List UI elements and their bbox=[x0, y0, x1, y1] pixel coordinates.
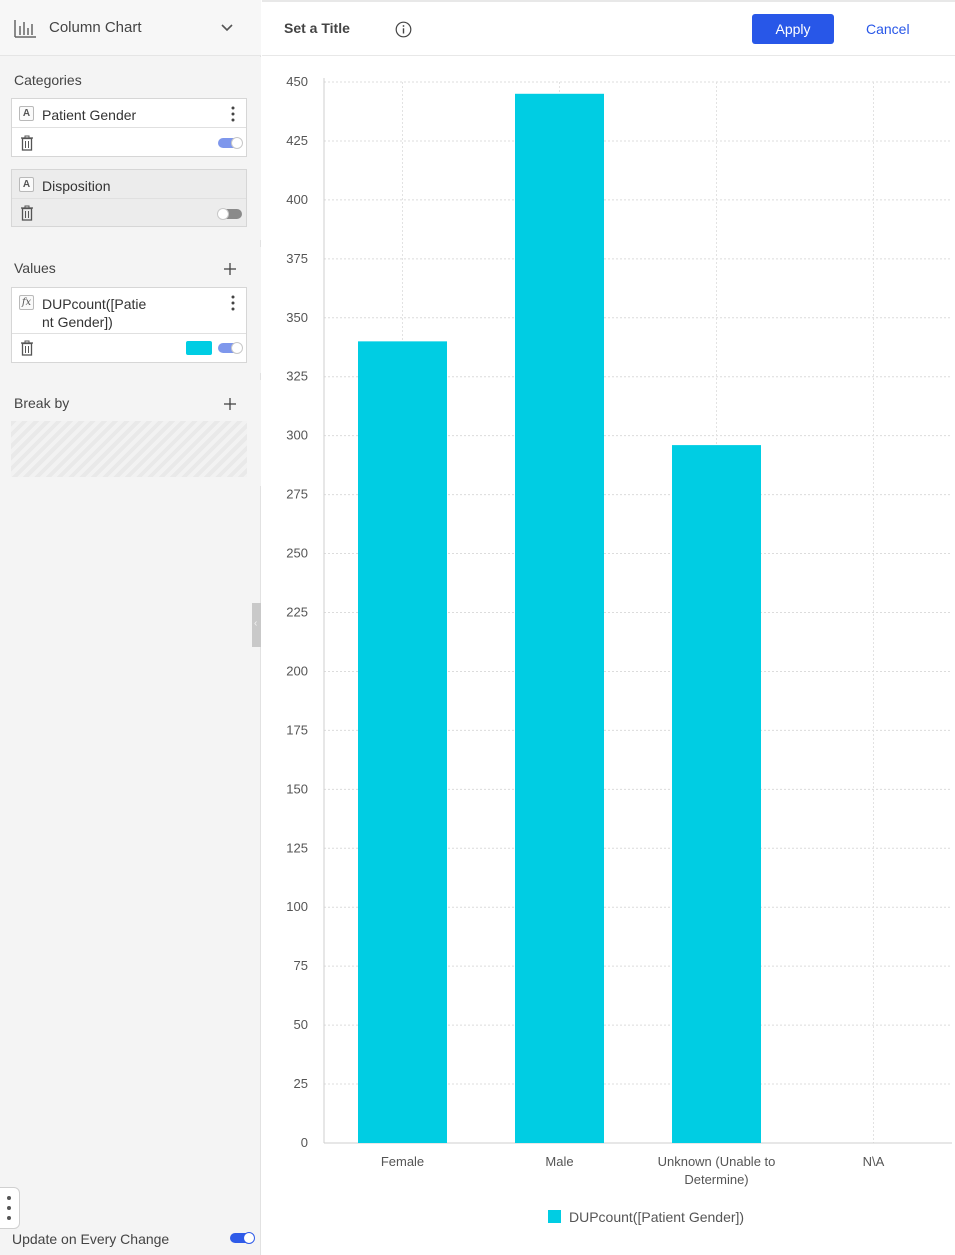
y-tick-label: 150 bbox=[286, 781, 308, 796]
y-tick-label: 425 bbox=[286, 133, 308, 148]
info-icon[interactable] bbox=[395, 21, 412, 38]
apply-button[interactable]: Apply bbox=[752, 14, 834, 44]
field-name-line-2: nt Gender]) bbox=[42, 314, 113, 330]
collapse-panel-handle[interactable]: ‹ bbox=[252, 603, 261, 647]
bar bbox=[515, 93, 604, 1143]
y-tick-label: 50 bbox=[294, 1017, 308, 1032]
trash-icon[interactable] bbox=[20, 205, 34, 221]
update-on-change-toggle[interactable] bbox=[230, 1232, 255, 1244]
formula-icon: fx bbox=[19, 295, 34, 310]
update-on-change-label: Update on Every Change bbox=[12, 1231, 170, 1247]
legend-swatch bbox=[548, 1210, 561, 1223]
legend-label: DUPcount([Patient Gender]) bbox=[569, 1209, 744, 1225]
categories-title: Categories bbox=[14, 72, 82, 88]
breakby-title: Break by bbox=[14, 395, 70, 411]
chart-type-selector[interactable]: Column Chart bbox=[0, 0, 261, 56]
more-options-handle[interactable] bbox=[0, 1187, 20, 1229]
category-enable-toggle[interactable] bbox=[218, 137, 243, 149]
y-tick-label: 225 bbox=[286, 605, 308, 620]
more-vertical-icon bbox=[7, 1196, 11, 1220]
chart-panel: 0 25 50 75 100 125 150 175 200 225 250 275 300 325 350… bbox=[262, 56, 955, 1255]
breakby-drop-zone[interactable] bbox=[11, 421, 247, 477]
x-tick-label: Male bbox=[545, 1154, 573, 1169]
field-name: Disposition bbox=[42, 178, 111, 194]
bar bbox=[358, 341, 447, 1143]
value-field-dupcount[interactable]: fx DUPcount([Patie nt Gender]) bbox=[11, 287, 247, 363]
values-section: Values fx DUPcount([Patie nt Gender]) bbox=[0, 247, 261, 373]
y-tick-label: 25 bbox=[294, 1076, 308, 1091]
x-tick-label: Determine) bbox=[684, 1172, 748, 1187]
x-tick-label: Female bbox=[381, 1154, 424, 1169]
x-tick-label: Unknown (Unable to bbox=[658, 1154, 776, 1169]
cancel-button[interactable]: Cancel bbox=[866, 21, 910, 37]
series-color-swatch[interactable] bbox=[186, 341, 212, 355]
column-chart: 0 25 50 75 100 125 150 175 200 225 250 275 300 325 350… bbox=[286, 74, 952, 1225]
chevron-left-icon: ‹ bbox=[254, 618, 258, 629]
more-vertical-icon[interactable] bbox=[228, 294, 238, 312]
categories-section: Categories A Patient Gender A Dispositio… bbox=[0, 57, 261, 240]
y-tick-label: 75 bbox=[294, 958, 308, 973]
y-tick-label: 375 bbox=[286, 251, 308, 266]
trash-icon[interactable] bbox=[20, 340, 34, 356]
chevron-down-icon[interactable] bbox=[219, 22, 235, 34]
text-type-icon: A bbox=[19, 106, 34, 121]
field-name: Patient Gender bbox=[42, 107, 137, 123]
values-title: Values bbox=[14, 260, 56, 276]
y-tick-label: 350 bbox=[286, 310, 308, 325]
y-tick-label: 200 bbox=[286, 663, 308, 678]
field-name-line-1: DUPcount([Patie bbox=[42, 296, 147, 312]
category-field-patient-gender[interactable]: A Patient Gender bbox=[11, 98, 247, 157]
chart-top-bar: Set a Title Apply Cancel bbox=[262, 0, 955, 56]
y-tick-label: 400 bbox=[286, 192, 308, 207]
bar bbox=[672, 445, 761, 1143]
y-tick-label: 175 bbox=[286, 722, 308, 737]
category-enable-toggle[interactable] bbox=[217, 208, 242, 220]
chart-type-label: Column Chart bbox=[49, 19, 142, 36]
add-breakby-plus-icon[interactable] bbox=[222, 396, 238, 412]
y-tick-label: 100 bbox=[286, 899, 308, 914]
y-tick-label: 125 bbox=[286, 840, 308, 855]
text-type-icon: A bbox=[19, 177, 34, 192]
column-chart-icon bbox=[14, 20, 36, 38]
y-tick-label: 0 bbox=[301, 1135, 308, 1150]
more-vertical-icon[interactable] bbox=[228, 105, 238, 123]
trash-icon[interactable] bbox=[20, 135, 34, 151]
x-tick-label: N\A bbox=[863, 1154, 885, 1169]
y-tick-label: 275 bbox=[286, 487, 308, 502]
y-tick-label: 250 bbox=[286, 546, 308, 561]
chart-title-input[interactable]: Set a Title bbox=[284, 20, 350, 36]
y-tick-label: 450 bbox=[286, 74, 308, 89]
add-value-plus-icon[interactable] bbox=[222, 261, 238, 277]
category-field-disposition[interactable]: A Disposition bbox=[11, 169, 247, 227]
value-enable-toggle[interactable] bbox=[218, 342, 243, 354]
left-panel: Column Chart Categories A Patient Gender bbox=[0, 0, 261, 1255]
y-tick-label: 325 bbox=[286, 369, 308, 384]
field-name: DUPcount([Patie nt Gender]) bbox=[42, 295, 146, 331]
y-tick-label: 300 bbox=[286, 428, 308, 443]
